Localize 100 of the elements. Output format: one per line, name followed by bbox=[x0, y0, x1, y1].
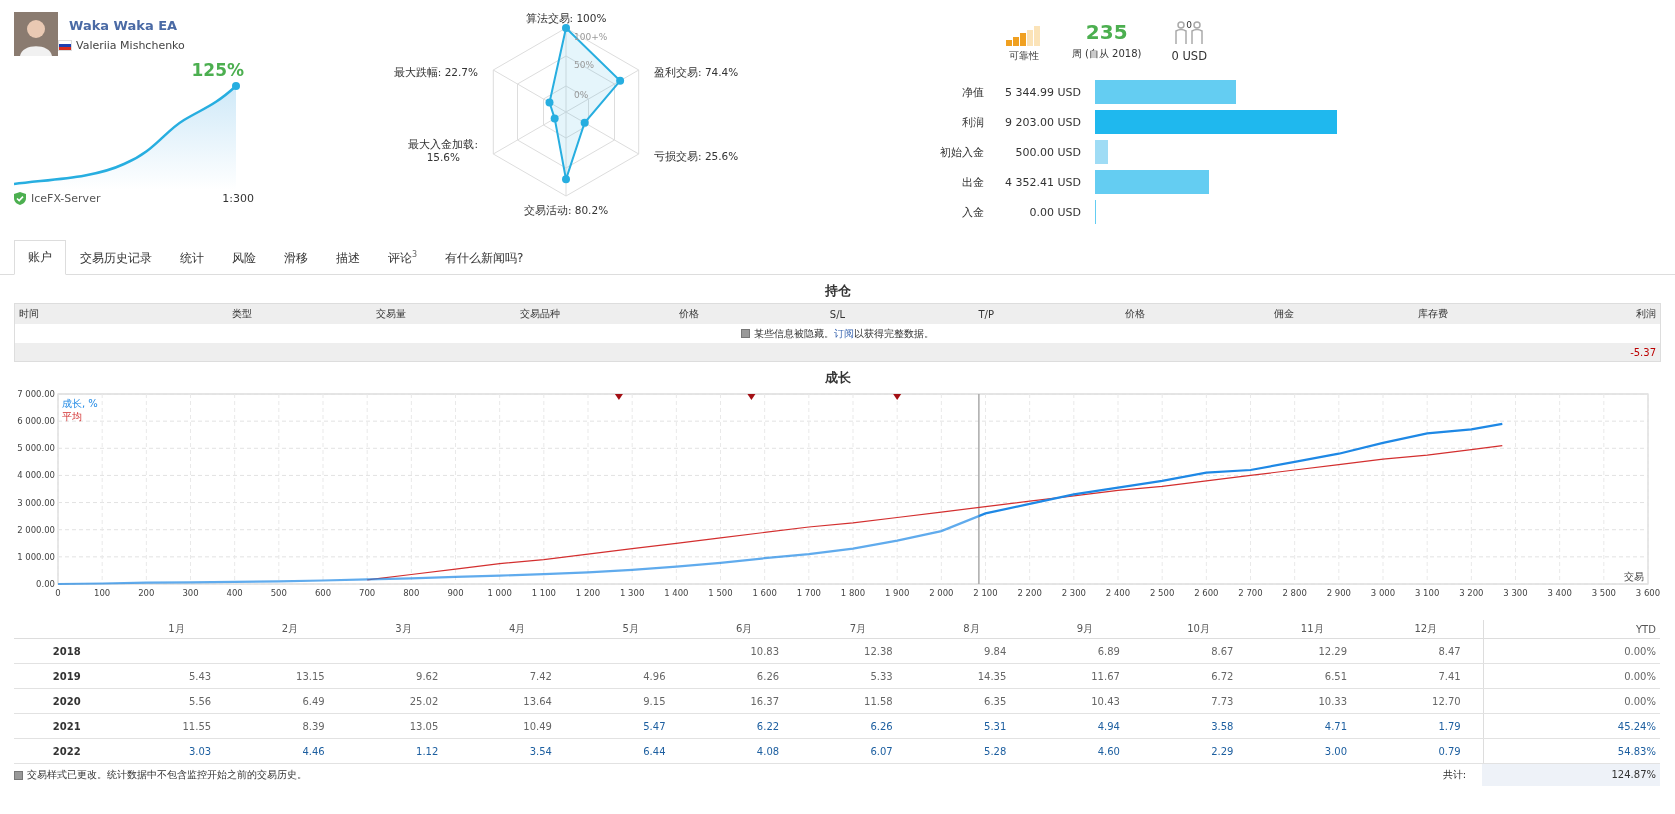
table-cell-text: 6.22 bbox=[755, 720, 781, 732]
x-tick-label: 3 300 bbox=[1503, 588, 1528, 598]
radar-point bbox=[545, 98, 554, 107]
x-tick-label: 400 bbox=[226, 588, 243, 598]
signal-name[interactable]: Waka Waka EA bbox=[58, 18, 185, 33]
year-label: 2022 bbox=[51, 745, 82, 757]
radar-point bbox=[580, 118, 589, 127]
x-tick-label: 500 bbox=[270, 588, 287, 598]
table-cell-text: 7.73 bbox=[1210, 695, 1235, 707]
x-tick-label: 2 100 bbox=[973, 588, 998, 598]
column-header: 类型 bbox=[231, 307, 254, 321]
table-cell-text: 3.58 bbox=[1210, 720, 1235, 732]
x-tick-label: 1 500 bbox=[708, 588, 733, 598]
radar-point bbox=[562, 24, 570, 32]
column-header: 1月 bbox=[167, 622, 186, 636]
x-tick-label: 700 bbox=[359, 588, 376, 598]
year-label: 2019 bbox=[51, 670, 82, 682]
table-cell-text: 1.79 bbox=[1437, 720, 1462, 732]
column-header: 佣金 bbox=[1272, 307, 1295, 321]
tab[interactable]: 统计 bbox=[166, 241, 218, 275]
subscribe-link[interactable]: 订阅 bbox=[834, 327, 854, 339]
table-cell-text: 7.42 bbox=[528, 670, 553, 682]
x-tick-label: 2 600 bbox=[1194, 588, 1219, 598]
table-cell-text: 12.38 bbox=[863, 645, 894, 657]
tab[interactable]: 描述 bbox=[322, 241, 374, 275]
table-cell-text: 11.58 bbox=[863, 695, 894, 707]
radar-label: 交易活动: 80.2% bbox=[523, 204, 609, 216]
table-cell-text: 9.62 bbox=[415, 670, 440, 682]
total-profit: -5.37 bbox=[1630, 346, 1656, 358]
x-tick-label: 1 800 bbox=[840, 588, 866, 598]
x-tick-label: 800 bbox=[403, 588, 420, 598]
column-header: 9月 bbox=[1075, 622, 1095, 636]
table-cell-text: 6.26 bbox=[869, 720, 894, 732]
x-tick-label: 600 bbox=[314, 588, 332, 598]
radar-label: 算法交易: 100% bbox=[525, 12, 607, 24]
event-marker-icon bbox=[893, 394, 902, 400]
radar-label: 盈利交易: 74.4% bbox=[654, 66, 739, 78]
x-tick-label: 3 500 bbox=[1591, 588, 1616, 598]
x-tick-label: 2 700 bbox=[1238, 588, 1263, 598]
table-cell-text: 12.70 bbox=[1431, 695, 1462, 707]
column-header: 利润 bbox=[1634, 307, 1656, 321]
x-tick-label: 1 200 bbox=[575, 588, 601, 598]
ring-label: 100+% bbox=[574, 32, 608, 42]
column-header: 10月 bbox=[1186, 622, 1211, 636]
flag-icon bbox=[58, 40, 72, 51]
table-cell-text: 9.84 bbox=[983, 645, 1008, 657]
y-tick-label: 1 000.00 bbox=[17, 551, 55, 562]
column-header: YTD bbox=[1482, 620, 1660, 638]
balance-value: 5 344.99 USD bbox=[1004, 85, 1081, 99]
section-title: 成长 bbox=[823, 369, 852, 387]
balance-label: 利润 bbox=[961, 114, 984, 130]
author-name[interactable]: Valeriia Mishchenko bbox=[76, 39, 185, 52]
x-tick-label: 2 800 bbox=[1282, 588, 1307, 598]
event-marker-icon bbox=[747, 394, 756, 400]
x-tick-label: 900 bbox=[447, 588, 464, 598]
column-header: 2月 bbox=[280, 622, 300, 636]
tab[interactable]: 账户 bbox=[14, 240, 66, 275]
tab[interactable]: 评论$^{3}$ bbox=[374, 241, 432, 275]
table-cell-text: 4.08 bbox=[755, 745, 781, 757]
reliability-label: 可靠性 bbox=[1009, 49, 1039, 63]
weeks-since: (自从 2018) bbox=[1085, 47, 1142, 61]
column-header: S/L bbox=[828, 308, 847, 320]
info-square-icon bbox=[14, 770, 23, 780]
server-name[interactable]: IceFX-Server bbox=[31, 192, 101, 205]
column-header: 交易品种 bbox=[518, 307, 561, 321]
total-label: 共计: bbox=[1442, 768, 1466, 782]
column-header: 交易量 bbox=[375, 307, 408, 321]
y-tick-label: 2 000.00 bbox=[17, 524, 55, 535]
year-label: 2021 bbox=[51, 720, 82, 732]
x-tick-label: 1 000 bbox=[487, 588, 512, 598]
table-cell-text: 5.56 bbox=[187, 695, 213, 707]
column-header: 6月 bbox=[735, 622, 754, 636]
table-cell-text: 1.12 bbox=[415, 745, 440, 757]
balance-label: 入金 bbox=[961, 204, 984, 220]
balance-value: 500.00 USD bbox=[1014, 145, 1081, 159]
tab[interactable]: 风险 bbox=[218, 241, 270, 275]
table-cell-text: 13.15 bbox=[295, 670, 326, 682]
balance-value: 0.00 USD bbox=[1028, 205, 1081, 219]
total-value: 124.87% bbox=[1482, 764, 1660, 786]
table-cell-text: 8.47 bbox=[1437, 645, 1462, 657]
radar-point bbox=[616, 76, 625, 85]
table-cell: 45.24% bbox=[1482, 714, 1660, 738]
year-label: 2020 bbox=[51, 695, 82, 707]
balance-label: 初始入金 bbox=[939, 144, 984, 160]
table-cell-text: 10.49 bbox=[522, 720, 553, 732]
table-cell-text: 6.35 bbox=[983, 695, 1008, 707]
column-header: 8月 bbox=[962, 622, 981, 636]
tab[interactable]: 交易历史记录 bbox=[66, 241, 166, 275]
x-tick-label: 1 300 bbox=[620, 588, 645, 598]
table-cell-text: 3.03 bbox=[187, 745, 213, 757]
x-tick-label: 2 300 bbox=[1061, 588, 1086, 598]
y-tick-label: 6 000.00 bbox=[17, 416, 55, 427]
table-cell-text: 25.02 bbox=[408, 695, 440, 707]
table-cell-text: 10.33 bbox=[1317, 695, 1349, 707]
table-cell-text: 5.31 bbox=[983, 720, 1008, 732]
x-tick-label: 3 100 bbox=[1415, 588, 1440, 598]
ring-label: 0% bbox=[574, 90, 589, 100]
table-cell-text: 5.33 bbox=[869, 670, 894, 682]
tab[interactable]: 有什么新闻吗? bbox=[431, 241, 538, 275]
tab[interactable]: 滑移 bbox=[270, 241, 322, 275]
